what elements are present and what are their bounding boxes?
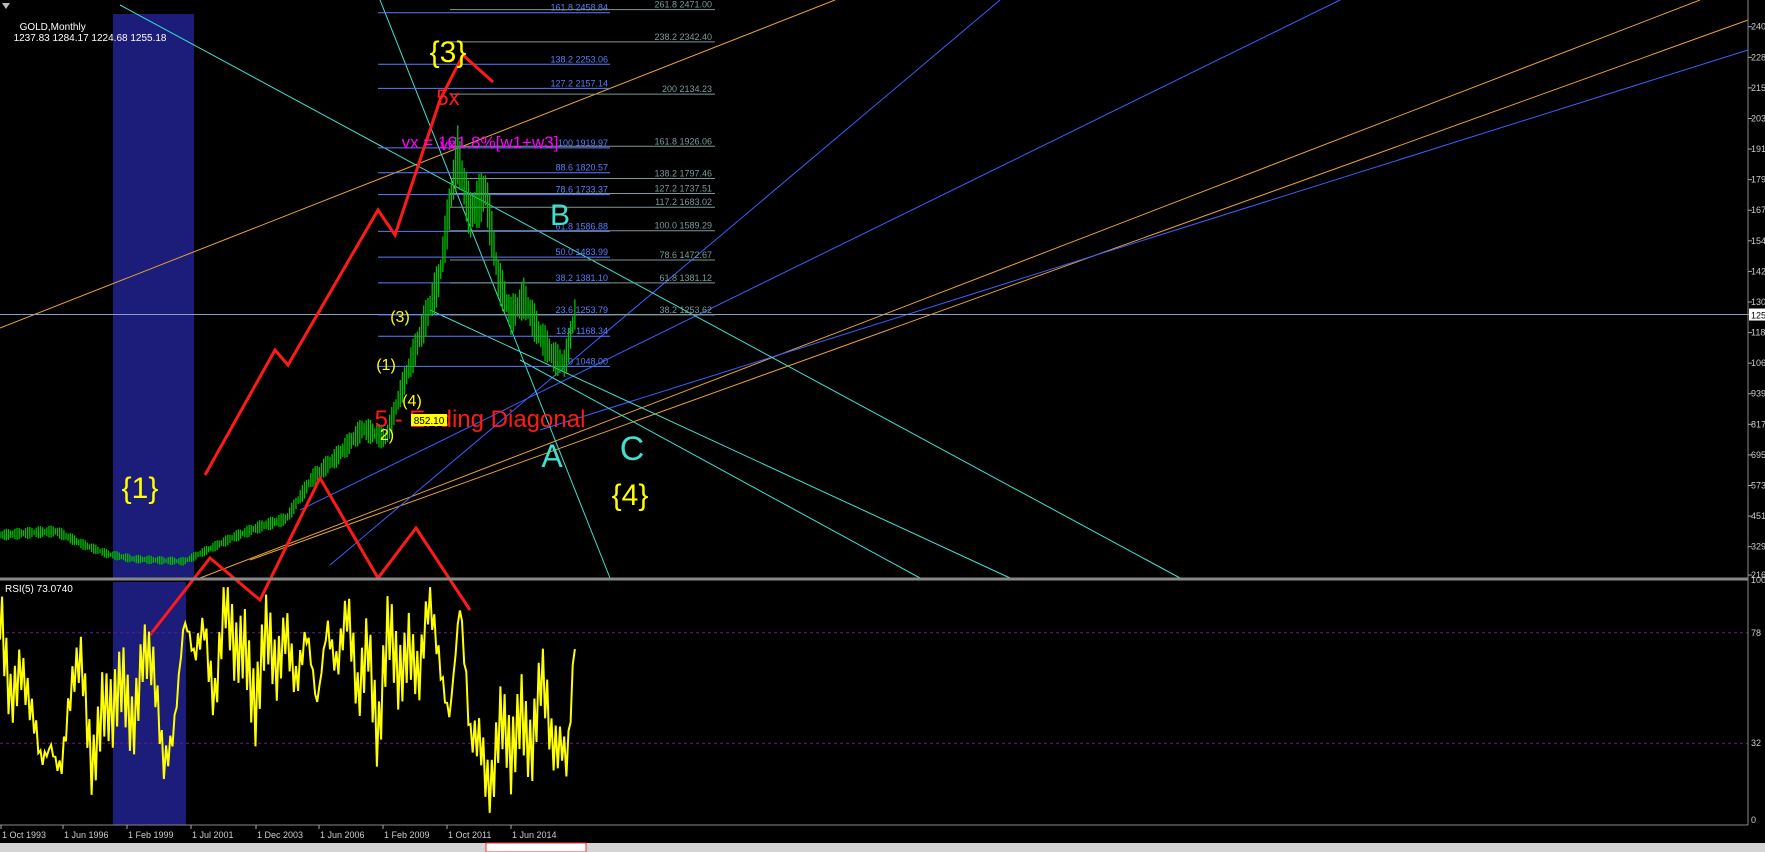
chart-symbol-header[interactable]: GOLD,Monthly 1237.83 1284.17 1224.68 125…	[0, 0, 167, 44]
time-tick-label: 1 Dec 2003	[257, 830, 303, 840]
price-tick-label: 573	[1751, 481, 1765, 491]
price-tick-label: 939	[1751, 389, 1765, 399]
wave-label-annotation: C	[620, 430, 645, 468]
time-tick-label: 1 Feb 1999	[128, 830, 174, 840]
highlight-band-rsi	[113, 582, 186, 825]
fib-extension-label: 38.2 1253.62	[659, 305, 712, 315]
fib-extension-label: 78.6 1472.67	[659, 250, 712, 260]
wave-label-annotation: 5 - Ending Diagonal	[375, 406, 586, 433]
fib-level-label: 138.2 2253.06	[550, 54, 608, 64]
wave-label-annotation: (3)	[390, 309, 410, 326]
fib-extension-label: 61.8 1381.12	[659, 273, 712, 283]
trend-channel-line	[119, 4, 1181, 579]
ohlc-values: 1237.83 1284.17 1224.68 1255.18	[13, 33, 167, 44]
price-tick-label: 1793	[1751, 175, 1765, 185]
fib-level-label: 161.8 2458.84	[550, 3, 608, 13]
rsi-line	[0, 587, 576, 813]
price-tick-label: 451	[1751, 511, 1765, 521]
rsi-tick-label: 100	[1751, 575, 1765, 585]
price-tag-label: 852.10	[414, 416, 445, 427]
fib-level-label: 127.2 2157.14	[550, 78, 608, 88]
price-tick-label: 1061	[1751, 358, 1765, 368]
price-tick-label: 1671	[1751, 205, 1765, 215]
wave-label-annotation: (4)	[402, 393, 422, 410]
fib-level-label: 13.8 1168.34	[556, 326, 608, 336]
time-tick-label: 1 Oct 2011	[448, 830, 491, 840]
trend-channel-line	[249, 19, 1749, 561]
price-tick-label: 2523	[1751, 0, 1765, 2]
price-tick-label: 2037	[1751, 113, 1765, 123]
time-tick-label: 1 Oct 1993	[2, 830, 46, 840]
rsi-tick-label: 0	[1751, 815, 1756, 825]
trend-channel-line	[199, 0, 1701, 579]
price-tick-label: 1915	[1751, 144, 1765, 154]
rsi-tick-label: 78	[1751, 628, 1761, 638]
trend-channel-line	[519, 359, 921, 579]
wave-label-annotation: {3}	[430, 36, 467, 69]
time-tick-label: 1 Jun 1996	[64, 830, 109, 840]
fib-extension-label: 138.2 1797.46	[654, 169, 712, 179]
fib-extension-label: 117.2 1683.02	[655, 197, 712, 207]
window-status-bar	[0, 843, 1765, 852]
scroll-thumb	[485, 842, 587, 852]
last-price-label: 1255	[1751, 311, 1765, 321]
price-tick-label: 1183	[1751, 328, 1765, 338]
fib-level-label: 50.0 1483.99	[555, 247, 608, 257]
wave-label-annotation: (1)	[376, 357, 396, 374]
price-tick-label: 2403	[1751, 22, 1765, 32]
wave-label-annotation: vx = 161.8%[w1+w3]	[402, 133, 559, 152]
time-tick-label: 1 Jun 2014	[512, 830, 557, 840]
trend-channel-line	[429, 309, 1011, 579]
price-tick-label: 1427	[1751, 266, 1765, 276]
fib-extension-label: 161.8 1926.06	[654, 136, 712, 146]
fib-level-label: 38.2 1381.10	[555, 273, 608, 283]
fib-level-label: 88.6 1820.57	[555, 163, 608, 173]
trend-channel-line	[299, 0, 1341, 511]
fib-extension-label: 200 2134.23	[662, 84, 712, 94]
price-tick-label: 1305	[1751, 297, 1765, 307]
wave-label-annotation: vx	[440, 137, 456, 154]
wave-label-annotation: {1}	[122, 472, 159, 505]
price-tick-label: 817	[1751, 419, 1765, 429]
gold-monthly-chart: 161.8 2458.84 138.2 2253.06 127.2 2157.14 1…	[0, 0, 1765, 852]
time-tick-label: 1 Feb 2009	[384, 830, 430, 840]
price-tick-label: 1549	[1751, 236, 1765, 246]
price-tick-label: 695	[1751, 450, 1765, 460]
wave-label-annotation: 2)	[380, 427, 394, 444]
wave-label-annotation: B	[550, 199, 570, 232]
fib-extension-label: 100.0 1589.29	[654, 221, 712, 231]
fib-extension-label: 127.2 1737.51	[654, 184, 712, 194]
wave-label-annotation: 5x	[436, 85, 459, 110]
wave-label-annotation: {4}	[612, 479, 649, 512]
price-tick-label: 329	[1751, 542, 1765, 552]
fib-extension-label: 238.2 2342.40	[654, 32, 712, 42]
rsi-tick-label: 32	[1751, 738, 1761, 748]
fib-extension-label: 261.8 2471.00	[654, 0, 712, 10]
time-tick-label: 1 Jul 2001	[192, 830, 234, 840]
fib-level-label: 23.6 1253.79	[555, 305, 608, 315]
price-tick-label: 2281	[1751, 52, 1765, 62]
symbol-label: GOLD,Monthly	[19, 22, 86, 33]
price-tick-label: 2159	[1751, 83, 1765, 93]
fib-level-label: 0 1048.00	[568, 356, 608, 366]
wave-label-annotation: A	[541, 438, 563, 474]
trend-channel-line	[539, 49, 1749, 431]
rsi-title: RSI(5) 73.0740	[5, 584, 73, 595]
time-tick-label: 1 Jun 2006	[320, 830, 365, 840]
dropdown-arrow-icon[interactable]	[2, 3, 10, 9]
